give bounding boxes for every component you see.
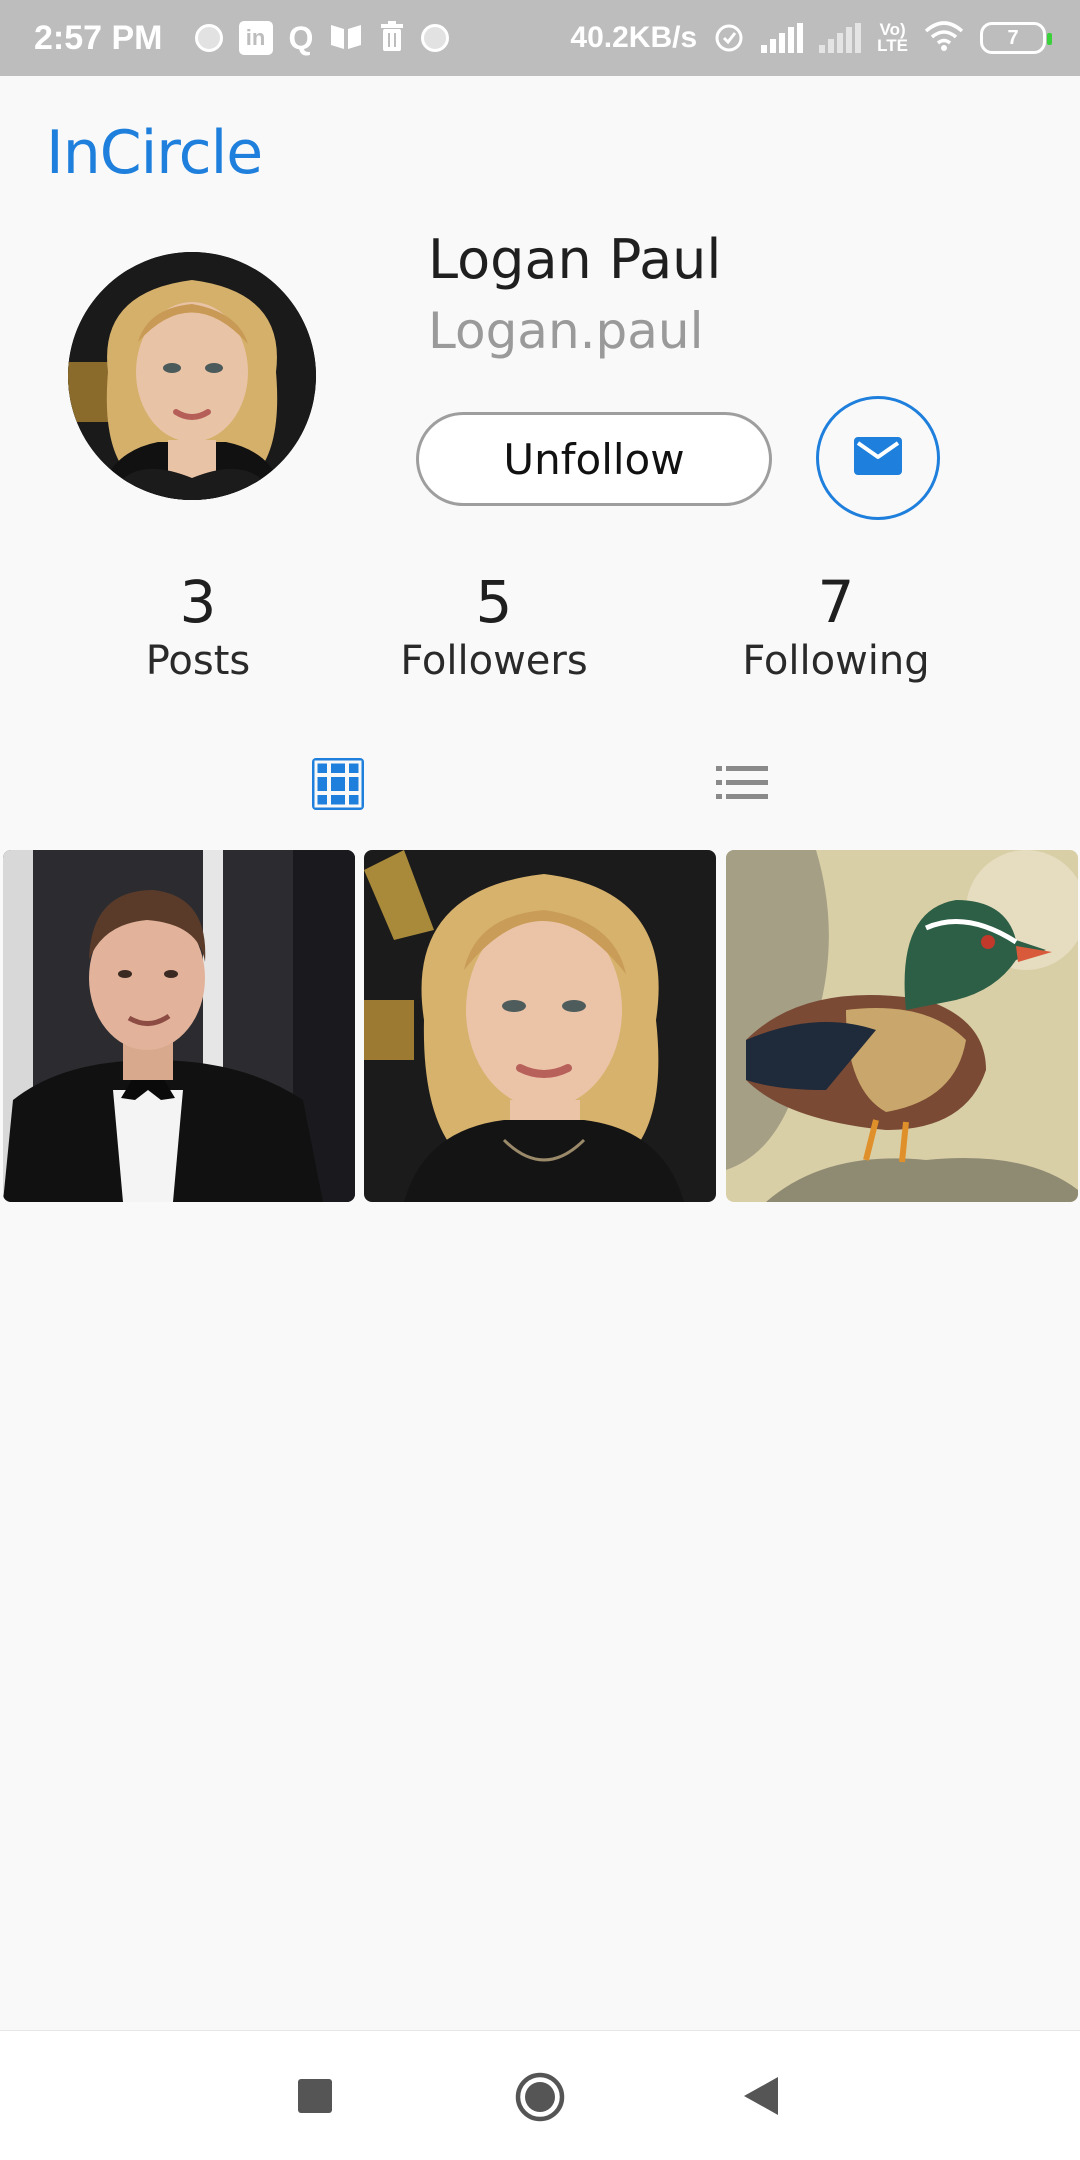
book-icon [329, 21, 363, 56]
stat-label: Following [742, 638, 930, 684]
stat-count: 5 [475, 568, 513, 636]
message-button[interactable] [816, 396, 940, 520]
post-grid [0, 850, 1080, 1204]
stat-count: 7 [817, 568, 855, 636]
post-tile-2[interactable] [364, 850, 716, 1202]
profile-name: Logan Paul [428, 228, 722, 291]
notification-circle-icon [194, 24, 223, 52]
back-icon[interactable] [744, 2077, 778, 2119]
profile-avatar[interactable] [68, 252, 316, 500]
app-title: InCircle [46, 118, 263, 188]
status-bar: 2:57 PM in Q 40.2KB/s Vo) LTE 7 [0, 0, 1080, 76]
battery-level: 7 [1007, 26, 1019, 49]
status-left: 2:57 PM in Q [34, 18, 450, 58]
stat-label: Followers [400, 638, 588, 684]
wifi-icon [924, 20, 964, 56]
stat-count: 3 [179, 568, 217, 636]
signal-2-icon [819, 23, 862, 53]
quora-icon: Q [288, 20, 314, 56]
unfollow-button[interactable]: Unfollow [416, 412, 772, 506]
grid-view-icon[interactable] [310, 756, 366, 816]
stat-label: Posts [145, 638, 251, 684]
post-tile-3[interactable] [726, 850, 1078, 1202]
alarm-icon [713, 20, 745, 57]
stat-posts[interactable]: 3 Posts [118, 568, 278, 684]
status-right: 40.2KB/s Vo) LTE 7 [570, 20, 1052, 57]
profile-handle: Logan.paul [428, 302, 704, 360]
post-tile-1[interactable] [3, 850, 355, 1202]
linkedin-icon: in [238, 21, 273, 55]
nav-bar [0, 2030, 1080, 2160]
battery-icon: 7 [980, 22, 1052, 54]
stat-following[interactable]: 7 Following [712, 568, 960, 684]
notification-circle-icon [421, 24, 450, 52]
recents-icon[interactable] [298, 2079, 332, 2117]
home-icon[interactable] [514, 2071, 566, 2127]
volte-bottom: LTE [877, 36, 908, 55]
mail-icon [854, 437, 902, 479]
stat-followers[interactable]: 5 Followers [378, 568, 610, 684]
signal-icon [761, 23, 804, 53]
trash-icon [379, 20, 405, 56]
list-view-icon[interactable] [716, 766, 768, 804]
network-speed: 40.2KB/s [570, 21, 698, 54]
volte-icon: Vo) LTE [877, 21, 908, 55]
status-time: 2:57 PM [34, 18, 163, 57]
